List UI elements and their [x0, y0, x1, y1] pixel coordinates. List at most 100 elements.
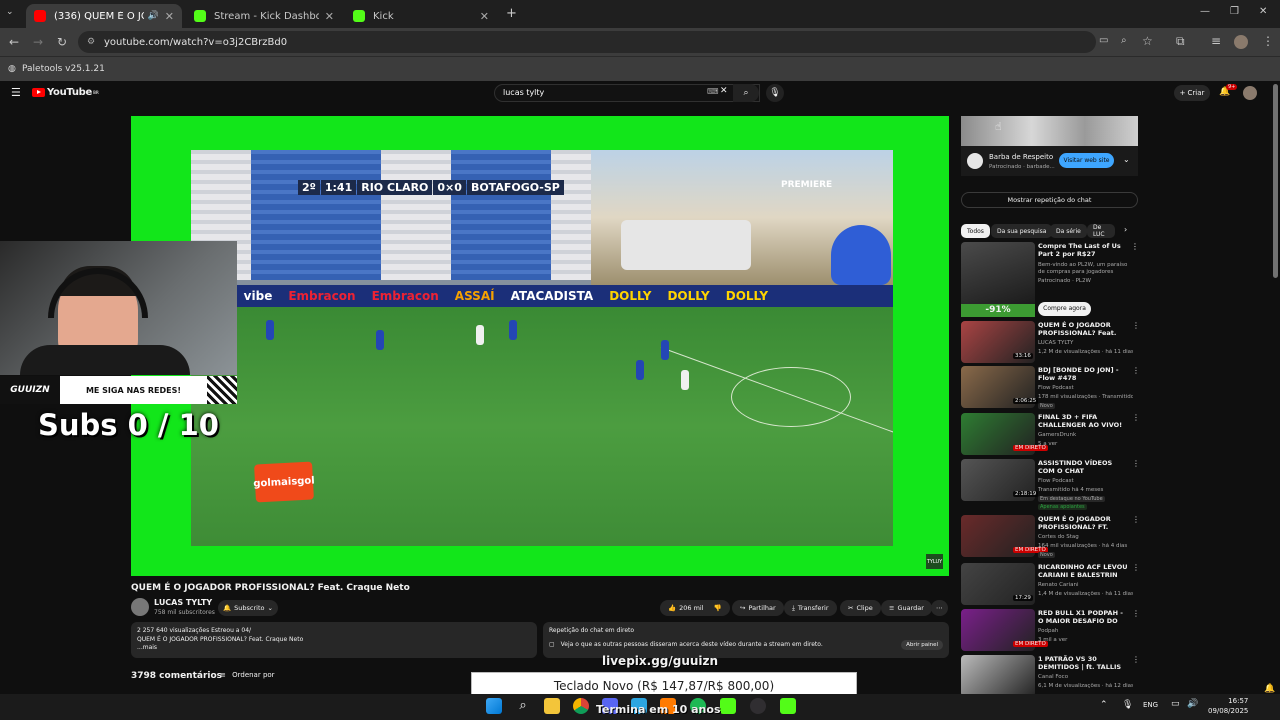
description-box[interactable]: 2 257 640 visualizações Estreou a 04/ QU…	[131, 622, 537, 658]
tray-chevron-icon[interactable]: ⌃	[1100, 700, 1108, 710]
taskbar-app-icon[interactable]	[780, 698, 796, 714]
more-actions-button[interactable]: ⋯	[931, 600, 948, 616]
recommendation-title[interactable]: QUEM É O JOGADOR PROFISSIONAL? FT. CRAQU…	[1038, 515, 1130, 531]
recommendation-item[interactable]: 17:29 RICARDINHO ACF LEVOU CARIANI E BALE…	[961, 563, 1141, 607]
description-more[interactable]: ...mais	[137, 644, 531, 653]
buy-now-button[interactable]: Compre agora	[1038, 302, 1091, 316]
promo-title[interactable]: Compre The Last of Us Part 2 por R$27	[1038, 242, 1130, 258]
search-button[interactable]: ⌕	[733, 84, 759, 102]
recommendation-item[interactable]: 33:16 QUEM É O JOGADOR PROFISSIONAL? Feat…	[961, 321, 1141, 365]
recommendation-title[interactable]: BDJ [BONDE DO JON] - Flow #478	[1038, 366, 1130, 382]
close-tab-icon[interactable]: ✕	[480, 10, 489, 23]
channel-avatar[interactable]	[131, 598, 149, 616]
tab-kick[interactable]: Kick ✕	[345, 4, 497, 28]
recommendation-title[interactable]: RICARDINHO ACF LEVOU CARIANI E BALESTRIN…	[1038, 563, 1130, 579]
restore-icon[interactable]: ❐	[1230, 6, 1239, 17]
zoom-icon[interactable]: ⌕	[1121, 35, 1127, 46]
voice-search-button[interactable]: 🎙	[766, 84, 784, 102]
recommendation-channel[interactable]: Flow Podcast	[1038, 385, 1074, 391]
system-clock[interactable]: 16:57 09/08/2025	[1208, 696, 1248, 716]
recommendation-channel[interactable]: Flow Podcast	[1038, 478, 1074, 484]
recommendation-thumbnail[interactable]	[961, 655, 1035, 697]
youtube-logo[interactable]: YouTube BR	[32, 87, 99, 98]
recommendation-item[interactable]: 2:06:25 BDJ [BONDE DO JON] - Flow #478 Flo…	[961, 366, 1141, 410]
account-avatar[interactable]	[1243, 86, 1257, 100]
subscribed-button[interactable]: 🔔 Subscrito ⌄	[218, 600, 278, 616]
taskbar-app-icon[interactable]	[720, 698, 736, 714]
chip-from-search[interactable]: Da sua pesquisa	[991, 224, 1053, 238]
create-button[interactable]: + Criar	[1174, 85, 1210, 101]
more-vert-icon[interactable]: ⋮	[1132, 655, 1140, 664]
recommendation-item[interactable]: EM DIRETO FINAL 3D + FIFA CHALLENGER AO V…	[961, 413, 1141, 457]
clear-search-icon[interactable]: ✕	[720, 86, 728, 96]
network-icon[interactable]: ▭	[1171, 699, 1180, 709]
keyboard-icon[interactable]: ⌨	[707, 87, 719, 96]
advertiser-name[interactable]: Barba de Respeito	[989, 153, 1053, 161]
like-button[interactable]: 👍 206 mil 👎	[660, 600, 730, 616]
recommendation-item[interactable]: 1 PATRÃO VS 30 DEMITIDOS | ft. TALLIS GO…	[961, 655, 1141, 699]
chip-all[interactable]: Todos	[961, 224, 990, 238]
open-panel-button[interactable]: Abrir painel	[901, 640, 943, 650]
hamburger-menu-icon[interactable]: ☰	[11, 86, 21, 99]
close-window-icon[interactable]: ✕	[1259, 6, 1267, 17]
recommendation-channel[interactable]: Cortes do Stag	[1038, 534, 1079, 540]
more-vert-icon[interactable]: ⋮	[1132, 321, 1140, 330]
menu-kebab-icon[interactable]: ⋮	[1262, 34, 1274, 48]
recommendation-title[interactable]: 1 PATRÃO VS 30 DEMITIDOS | ft. TALLIS GO…	[1038, 655, 1130, 671]
volume-icon[interactable]: 🔊	[1187, 699, 1198, 709]
recommendation-item[interactable]: 2:18:19 ASSISTINDO VÍDEOS COM O CHAT Flow …	[961, 459, 1141, 510]
profile-avatar[interactable]	[1234, 35, 1248, 49]
clip-button[interactable]: ✂ Clipe	[840, 600, 881, 616]
tab-list-chevron-icon[interactable]: ⌄	[6, 7, 14, 17]
download-button[interactable]: ⤓ Transferir	[784, 600, 837, 616]
media-control-icon[interactable]: ≡	[1211, 34, 1221, 48]
bookmark-star-icon[interactable]: ☆	[1142, 34, 1153, 48]
recommendation-channel[interactable]: GamersDrunk	[1038, 432, 1076, 438]
more-vert-icon[interactable]: ⋮	[1132, 515, 1140, 524]
windows-start-icon[interactable]	[486, 698, 502, 714]
more-vert-icon[interactable]: ⋮	[1132, 366, 1140, 375]
ad-banner-image[interactable]	[961, 116, 1138, 146]
mute-icon[interactable]: 🔊	[148, 11, 159, 21]
chip-from-channel[interactable]: De LUC	[1087, 224, 1115, 238]
sort-button[interactable]: ≡ Ordenar por	[220, 671, 275, 679]
recommendation-channel[interactable]: Renato Cariani	[1038, 582, 1078, 588]
address-bar[interactable]: ⚙ youtube.com/watch?v=o3j2CBrzBd0	[78, 31, 1096, 53]
recommendation-channel[interactable]: Podpah	[1038, 628, 1058, 634]
file-explorer-icon[interactable]	[544, 698, 560, 714]
recommendation-title[interactable]: ASSISTINDO VÍDEOS COM O CHAT	[1038, 459, 1130, 475]
notification-center-icon[interactable]: 🔔	[1264, 684, 1275, 694]
extensions-icon[interactable]: ⧉	[1176, 34, 1185, 49]
recommendation-title[interactable]: QUEM É O JOGADOR PROFISSIONAL? Feat. Alo…	[1038, 321, 1130, 337]
more-vert-icon[interactable]: ⋮	[1131, 242, 1139, 251]
channel-name[interactable]: LUCAS TYLTY	[154, 598, 212, 607]
page-scrollbar[interactable]	[1273, 84, 1278, 278]
chip-from-series[interactable]: Da série	[1050, 224, 1087, 238]
recommendation-channel[interactable]: LUCAS TYLTY	[1038, 340, 1073, 346]
more-vert-icon[interactable]: ⋮	[1132, 563, 1140, 572]
recommendation-channel[interactable]: Canal Foco	[1038, 674, 1068, 680]
new-tab-icon[interactable]: +	[506, 6, 517, 21]
save-button[interactable]: ≡ Guardar	[881, 600, 932, 616]
recommendation-item[interactable]: EM DIRETO RED BULL X1 PODPAH - O MAIOR DE…	[961, 609, 1141, 653]
reload-icon[interactable]: ↻	[57, 35, 67, 49]
recommendation-title[interactable]: RED BULL X1 PODPAH - O MAIOR DESAFIO DO …	[1038, 609, 1130, 625]
show-chat-replay-button[interactable]: Mostrar repetição do chat	[961, 192, 1138, 208]
site-info-icon[interactable]: ⚙	[87, 37, 95, 47]
chevron-right-icon[interactable]: ›	[1124, 225, 1127, 234]
obs-icon[interactable]	[750, 698, 766, 714]
more-vert-icon[interactable]: ⋮	[1132, 609, 1140, 618]
tab-youtube[interactable]: (336) QUEM É O JOGADOR 🔊 ✕	[26, 4, 182, 28]
advertiser-logo[interactable]	[967, 153, 983, 169]
visit-site-button[interactable]: Visitar web site	[1059, 153, 1114, 168]
close-tab-icon[interactable]: ✕	[325, 10, 334, 23]
bookmark-paletools[interactable]: Paletools v25.1.21	[22, 64, 105, 74]
share-button[interactable]: ↪ Partilhar	[732, 600, 784, 616]
tab-kick-dashboard[interactable]: Stream - Kick Dashboard ✕	[186, 4, 342, 28]
cast-icon[interactable]: ▭	[1099, 35, 1108, 46]
search-icon[interactable]: ⌕	[515, 698, 531, 714]
chevron-down-icon[interactable]: ⌄	[1123, 155, 1130, 164]
minimize-icon[interactable]: —	[1200, 6, 1210, 17]
more-vert-icon[interactable]: ⋮	[1132, 459, 1140, 468]
language-indicator[interactable]: ENG	[1143, 701, 1158, 709]
